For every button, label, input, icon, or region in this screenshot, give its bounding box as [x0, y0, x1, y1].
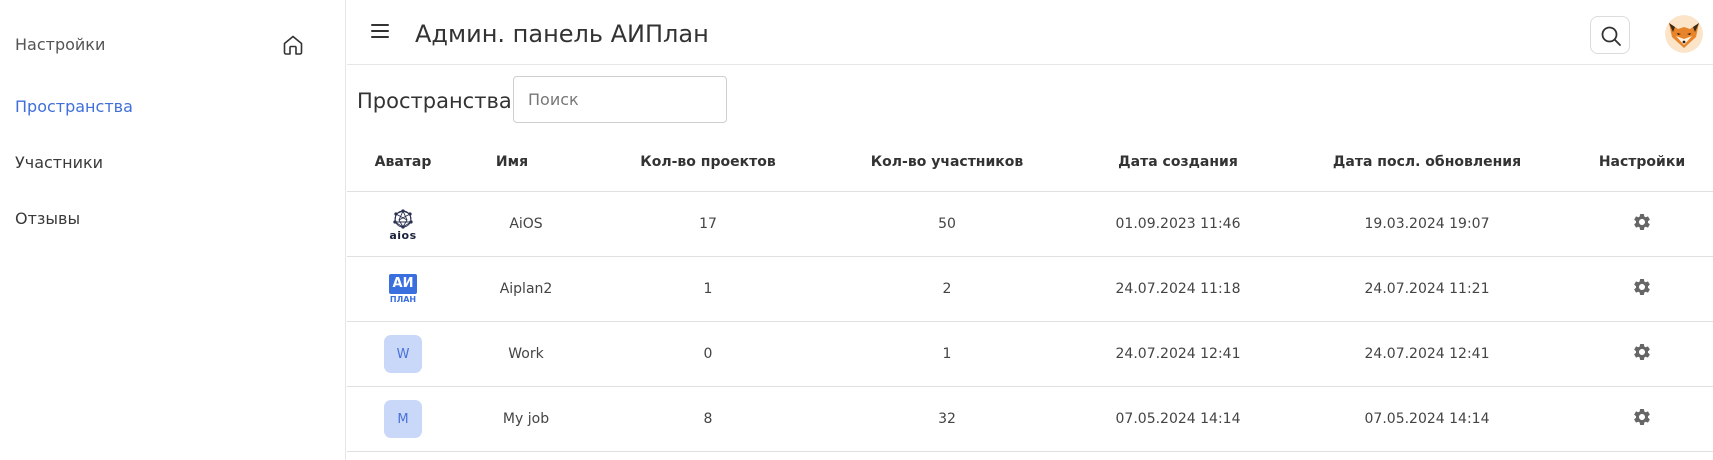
spaces-table: Аватар Имя Кол-во проектов Кол-во участн…	[347, 137, 1713, 452]
search-input[interactable]	[513, 76, 727, 123]
projects-count: 0	[703, 346, 713, 362]
space-name: Aiplan2	[499, 281, 553, 297]
row-settings-button[interactable]	[1632, 212, 1652, 236]
aiplan-logo-text: АИ	[389, 273, 417, 294]
sidebar: Настройки Пространства Участники Отзывы	[0, 0, 346, 460]
search-button[interactable]	[1590, 16, 1630, 54]
aios-logo-text: aios	[389, 228, 417, 242]
created-date: 24.07.2024 11:18	[1115, 281, 1241, 297]
table-header: Аватар Имя Кол-во проектов Кол-во участн…	[347, 137, 1713, 192]
search-icon	[1601, 26, 1621, 46]
gear-icon	[1634, 409, 1650, 425]
members-count: 2	[942, 281, 952, 297]
sidebar-item-spaces[interactable]: Пространства	[15, 97, 133, 117]
gear-icon	[1634, 279, 1650, 295]
letter-avatar: M	[384, 400, 422, 438]
created-date: 24.07.2024 12:41	[1115, 346, 1241, 362]
column-header-name[interactable]: Имя	[496, 154, 528, 170]
fox-avatar-icon	[1665, 15, 1703, 53]
column-header-projects[interactable]: Кол-во проектов	[640, 154, 775, 170]
created-date: 07.05.2024 14:14	[1115, 411, 1241, 427]
aios-logo-icon	[393, 208, 413, 229]
space-avatar: АИ ПЛАН	[383, 269, 423, 309]
space-avatar: W	[384, 335, 422, 373]
column-header-avatar[interactable]: Аватар	[375, 154, 432, 170]
space-name: My job	[502, 411, 550, 427]
projects-count: 8	[703, 411, 713, 427]
home-icon[interactable]	[281, 33, 305, 57]
gear-icon	[1634, 344, 1650, 360]
table-row[interactable]: W Work 0 1 24.07.2024 12:41 24.07.2024 1…	[347, 322, 1713, 387]
updated-date: 19.03.2024 19:07	[1364, 216, 1490, 232]
space-name: Work	[508, 346, 544, 362]
row-settings-button[interactable]	[1632, 342, 1652, 366]
user-avatar[interactable]	[1665, 15, 1703, 53]
updated-date: 24.07.2024 12:41	[1364, 346, 1490, 362]
top-header: Админ. панель АИПлан	[347, 0, 1713, 65]
hamburger-menu-icon[interactable]	[371, 24, 389, 40]
page-title: Пространства	[357, 89, 512, 113]
row-settings-button[interactable]	[1632, 277, 1652, 301]
column-header-updated[interactable]: Дата посл. обновления	[1333, 154, 1521, 170]
row-settings-button[interactable]	[1632, 407, 1652, 431]
updated-date: 24.07.2024 11:21	[1364, 281, 1490, 297]
created-date: 01.09.2023 11:46	[1115, 216, 1241, 232]
space-name: AiOS	[509, 216, 543, 232]
projects-count: 1	[703, 281, 713, 297]
letter-avatar: W	[384, 335, 422, 373]
members-count: 32	[938, 411, 956, 427]
updated-date: 07.05.2024 14:14	[1364, 411, 1490, 427]
table-row[interactable]: aios AiOS 17 50 01.09.2023 11:46 19.03.2…	[347, 192, 1713, 257]
sidebar-item-reviews[interactable]: Отзывы	[15, 209, 80, 229]
space-avatar: aios	[383, 204, 423, 244]
aiplan-logo-subtext: ПЛАН	[389, 294, 417, 304]
gear-icon	[1634, 214, 1650, 230]
column-header-settings: Настройки	[1598, 154, 1686, 170]
column-header-created[interactable]: Дата создания	[1118, 154, 1238, 170]
table-row[interactable]: АИ ПЛАН Aiplan2 1 2 24.07.2024 11:18 24.…	[347, 257, 1713, 322]
sidebar-item-members[interactable]: Участники	[15, 153, 103, 173]
sidebar-item-settings[interactable]: Настройки	[15, 35, 105, 55]
members-count: 1	[942, 346, 952, 362]
column-header-members[interactable]: Кол-во участников	[871, 154, 1024, 170]
table-row[interactable]: M My job 8 32 07.05.2024 14:14 07.05.202…	[347, 387, 1713, 452]
members-count: 50	[938, 216, 956, 232]
projects-count: 17	[699, 216, 717, 232]
space-avatar: M	[384, 400, 422, 438]
app-title: Админ. панель АИПлан	[415, 20, 709, 48]
